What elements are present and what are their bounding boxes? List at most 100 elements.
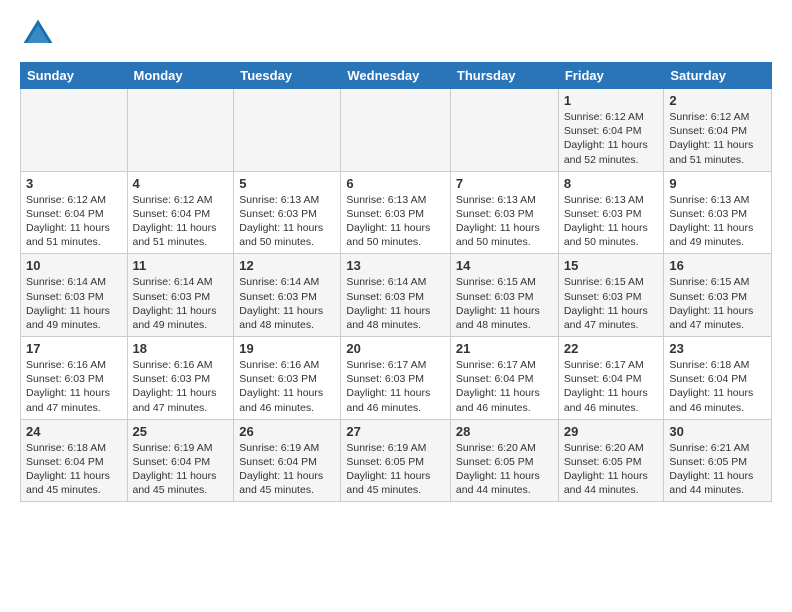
- day-number: 4: [133, 176, 229, 191]
- day-cell: 28 Sunrise: 6:20 AM Sunset: 6:05 PM Dayli…: [450, 419, 558, 502]
- day-info: Sunrise: 6:17 AM Sunset: 6:04 PM Dayligh…: [564, 358, 659, 415]
- day-info: Sunrise: 6:12 AM Sunset: 6:04 PM Dayligh…: [669, 110, 766, 167]
- day-number: 28: [456, 424, 553, 439]
- day-cell: 18 Sunrise: 6:16 AM Sunset: 6:03 PM Dayli…: [127, 337, 234, 420]
- day-info: Sunrise: 6:16 AM Sunset: 6:03 PM Dayligh…: [26, 358, 122, 415]
- day-cell: 1 Sunrise: 6:12 AM Sunset: 6:04 PM Daylig…: [558, 89, 664, 172]
- day-number: 11: [133, 258, 229, 273]
- day-info: Sunrise: 6:13 AM Sunset: 6:03 PM Dayligh…: [456, 193, 553, 250]
- day-number: 6: [346, 176, 445, 191]
- day-cell: 29 Sunrise: 6:20 AM Sunset: 6:05 PM Dayli…: [558, 419, 664, 502]
- day-info: Sunrise: 6:15 AM Sunset: 6:03 PM Dayligh…: [564, 275, 659, 332]
- week-row-3: 10 Sunrise: 6:14 AM Sunset: 6:03 PM Dayli…: [21, 254, 772, 337]
- day-cell: 21 Sunrise: 6:17 AM Sunset: 6:04 PM Dayli…: [450, 337, 558, 420]
- header: [20, 16, 772, 52]
- day-number: 14: [456, 258, 553, 273]
- day-cell: 7Sunrise: 6:13 AM Sunset: 6:03 PM Daylig…: [450, 171, 558, 254]
- day-number: 1: [564, 93, 659, 108]
- day-info: Sunrise: 6:12 AM Sunset: 6:04 PM Dayligh…: [26, 193, 122, 250]
- day-number: 5: [239, 176, 335, 191]
- week-row-4: 17Sunrise: 6:16 AM Sunset: 6:03 PM Dayli…: [21, 337, 772, 420]
- day-cell: 6 Sunrise: 6:13 AM Sunset: 6:03 PM Daylig…: [341, 171, 451, 254]
- weekday-header-monday: Monday: [127, 63, 234, 89]
- day-number: 24: [26, 424, 122, 439]
- day-info: Sunrise: 6:12 AM Sunset: 6:04 PM Dayligh…: [564, 110, 659, 167]
- day-cell: 14 Sunrise: 6:15 AM Sunset: 6:03 PM Dayli…: [450, 254, 558, 337]
- weekday-header-friday: Friday: [558, 63, 664, 89]
- calendar: SundayMondayTuesdayWednesdayThursdayFrid…: [20, 62, 772, 502]
- day-number: 8: [564, 176, 659, 191]
- day-info: Sunrise: 6:13 AM Sunset: 6:03 PM Dayligh…: [564, 193, 659, 250]
- day-cell: [127, 89, 234, 172]
- day-number: 22: [564, 341, 659, 356]
- day-number: 20: [346, 341, 445, 356]
- day-number: 18: [133, 341, 229, 356]
- day-number: 30: [669, 424, 766, 439]
- day-info: Sunrise: 6:14 AM Sunset: 6:03 PM Dayligh…: [26, 275, 122, 332]
- day-cell: 25 Sunrise: 6:19 AM Sunset: 6:04 PM Dayli…: [127, 419, 234, 502]
- day-info: Sunrise: 6:19 AM Sunset: 6:04 PM Dayligh…: [239, 441, 335, 498]
- day-cell: 15Sunrise: 6:15 AM Sunset: 6:03 PM Dayli…: [558, 254, 664, 337]
- day-info: Sunrise: 6:17 AM Sunset: 6:04 PM Dayligh…: [456, 358, 553, 415]
- day-info: Sunrise: 6:17 AM Sunset: 6:03 PM Dayligh…: [346, 358, 445, 415]
- day-info: Sunrise: 6:13 AM Sunset: 6:03 PM Dayligh…: [669, 193, 766, 250]
- logo: [20, 16, 62, 52]
- day-info: Sunrise: 6:14 AM Sunset: 6:03 PM Dayligh…: [133, 275, 229, 332]
- day-cell: 10 Sunrise: 6:14 AM Sunset: 6:03 PM Dayli…: [21, 254, 128, 337]
- day-cell: 17Sunrise: 6:16 AM Sunset: 6:03 PM Dayli…: [21, 337, 128, 420]
- weekday-header-tuesday: Tuesday: [234, 63, 341, 89]
- weekday-header-row: SundayMondayTuesdayWednesdayThursdayFrid…: [21, 63, 772, 89]
- day-info: Sunrise: 6:12 AM Sunset: 6:04 PM Dayligh…: [133, 193, 229, 250]
- day-cell: 30 Sunrise: 6:21 AM Sunset: 6:05 PM Dayli…: [664, 419, 772, 502]
- week-row-5: 24 Sunrise: 6:18 AM Sunset: 6:04 PM Dayli…: [21, 419, 772, 502]
- day-number: 23: [669, 341, 766, 356]
- weekday-header-saturday: Saturday: [664, 63, 772, 89]
- weekday-header-wednesday: Wednesday: [341, 63, 451, 89]
- day-info: Sunrise: 6:21 AM Sunset: 6:05 PM Dayligh…: [669, 441, 766, 498]
- day-info: Sunrise: 6:15 AM Sunset: 6:03 PM Dayligh…: [669, 275, 766, 332]
- day-cell: 4 Sunrise: 6:12 AM Sunset: 6:04 PM Daylig…: [127, 171, 234, 254]
- day-cell: [341, 89, 451, 172]
- day-number: 26: [239, 424, 335, 439]
- weekday-header-thursday: Thursday: [450, 63, 558, 89]
- page: SundayMondayTuesdayWednesdayThursdayFrid…: [0, 0, 792, 522]
- day-cell: 16 Sunrise: 6:15 AM Sunset: 6:03 PM Dayli…: [664, 254, 772, 337]
- day-cell: [234, 89, 341, 172]
- day-number: 2: [669, 93, 766, 108]
- day-cell: 13Sunrise: 6:14 AM Sunset: 6:03 PM Dayli…: [341, 254, 451, 337]
- day-cell: 19Sunrise: 6:16 AM Sunset: 6:03 PM Dayli…: [234, 337, 341, 420]
- day-number: 29: [564, 424, 659, 439]
- day-cell: 20 Sunrise: 6:17 AM Sunset: 6:03 PM Dayli…: [341, 337, 451, 420]
- day-number: 21: [456, 341, 553, 356]
- day-info: Sunrise: 6:19 AM Sunset: 6:05 PM Dayligh…: [346, 441, 445, 498]
- day-info: Sunrise: 6:18 AM Sunset: 6:04 PM Dayligh…: [26, 441, 122, 498]
- day-info: Sunrise: 6:20 AM Sunset: 6:05 PM Dayligh…: [564, 441, 659, 498]
- day-info: Sunrise: 6:16 AM Sunset: 6:03 PM Dayligh…: [133, 358, 229, 415]
- day-number: 16: [669, 258, 766, 273]
- day-cell: 12 Sunrise: 6:14 AM Sunset: 6:03 PM Dayli…: [234, 254, 341, 337]
- weekday-header-sunday: Sunday: [21, 63, 128, 89]
- day-cell: 23 Sunrise: 6:18 AM Sunset: 6:04 PM Dayli…: [664, 337, 772, 420]
- logo-icon: [20, 16, 56, 52]
- day-info: Sunrise: 6:18 AM Sunset: 6:04 PM Dayligh…: [669, 358, 766, 415]
- day-cell: [450, 89, 558, 172]
- day-number: 19: [239, 341, 335, 356]
- day-number: 27: [346, 424, 445, 439]
- day-cell: 3Sunrise: 6:12 AM Sunset: 6:04 PM Daylig…: [21, 171, 128, 254]
- day-cell: 11 Sunrise: 6:14 AM Sunset: 6:03 PM Dayli…: [127, 254, 234, 337]
- day-info: Sunrise: 6:20 AM Sunset: 6:05 PM Dayligh…: [456, 441, 553, 498]
- day-number: 25: [133, 424, 229, 439]
- day-info: Sunrise: 6:13 AM Sunset: 6:03 PM Dayligh…: [346, 193, 445, 250]
- day-info: Sunrise: 6:15 AM Sunset: 6:03 PM Dayligh…: [456, 275, 553, 332]
- day-number: 10: [26, 258, 122, 273]
- day-number: 9: [669, 176, 766, 191]
- day-info: Sunrise: 6:14 AM Sunset: 6:03 PM Dayligh…: [346, 275, 445, 332]
- day-cell: 5Sunrise: 6:13 AM Sunset: 6:03 PM Daylig…: [234, 171, 341, 254]
- day-info: Sunrise: 6:19 AM Sunset: 6:04 PM Dayligh…: [133, 441, 229, 498]
- day-cell: 22 Sunrise: 6:17 AM Sunset: 6:04 PM Dayli…: [558, 337, 664, 420]
- day-info: Sunrise: 6:14 AM Sunset: 6:03 PM Dayligh…: [239, 275, 335, 332]
- day-number: 12: [239, 258, 335, 273]
- day-cell: 24 Sunrise: 6:18 AM Sunset: 6:04 PM Dayli…: [21, 419, 128, 502]
- day-cell: 27 Sunrise: 6:19 AM Sunset: 6:05 PM Dayli…: [341, 419, 451, 502]
- day-cell: 9 Sunrise: 6:13 AM Sunset: 6:03 PM Daylig…: [664, 171, 772, 254]
